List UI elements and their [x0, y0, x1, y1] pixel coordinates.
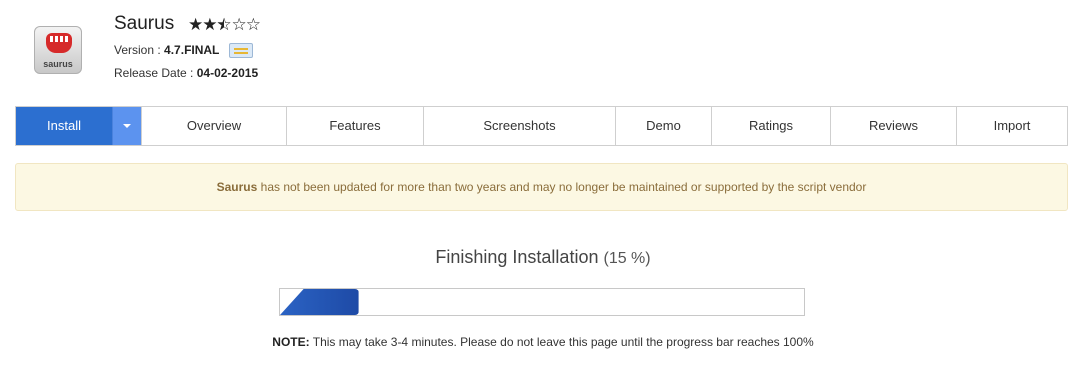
tab-demo[interactable]: Demo: [615, 107, 711, 145]
progress-title: Finishing Installation (15 %): [0, 247, 1086, 268]
progress-note-text: This may take 3-4 minutes. Please do not…: [309, 335, 814, 349]
progress-bar-fill: [280, 289, 359, 315]
star-icon: ★: [188, 15, 203, 34]
tab-bar: Install Overview Features Screenshots De…: [15, 106, 1068, 146]
tab-reviews[interactable]: Reviews: [830, 107, 956, 145]
star-half-icon: ☆★: [216, 15, 232, 34]
app-header: saurus Saurus ★★☆★☆☆ Version : 4.7.FINAL…: [34, 10, 634, 90]
star-icon: ☆: [231, 15, 247, 34]
version-value: 4.7.FINAL: [164, 43, 220, 57]
version-label: Version :: [114, 43, 161, 57]
page: saurus Saurus ★★☆★☆☆ Version : 4.7.FINAL…: [0, 0, 1086, 377]
release-date-value: 04-02-2015: [196, 66, 259, 80]
progress-percent-text: (15 %): [603, 250, 651, 267]
app-title: Saurus: [114, 13, 175, 34]
tab-overview[interactable]: Overview: [141, 107, 286, 145]
tab-features[interactable]: Features: [286, 107, 423, 145]
progress-note-label: NOTE:: [272, 335, 310, 349]
star-icon: ☆: [245, 15, 261, 34]
progress-bar: [279, 288, 805, 316]
progress-title-text: Finishing Installation: [435, 247, 599, 267]
tab-ratings[interactable]: Ratings: [711, 107, 830, 145]
install-dropdown-button[interactable]: [112, 107, 141, 145]
logo-teeth: [50, 36, 68, 42]
tab-import[interactable]: Import: [956, 107, 1067, 145]
warning-text: has not been updated for more than two y…: [257, 180, 867, 194]
release-line: Release Date : 04-02-2015: [114, 66, 258, 80]
progress-note: NOTE: This may take 3-4 minutes. Please …: [0, 335, 1086, 349]
logo-text: saurus: [43, 59, 73, 69]
release-label: Release Date :: [114, 66, 194, 80]
warning-app-name: Saurus: [216, 180, 258, 194]
outdated-warning: Saurus has not been updated for more tha…: [15, 163, 1068, 211]
star-icon: ★: [202, 15, 217, 34]
tab-screenshots[interactable]: Screenshots: [423, 107, 615, 145]
version-line: Version : 4.7.FINAL: [114, 43, 253, 58]
saurus-logo-icon: saurus: [34, 26, 82, 74]
note-icon[interactable]: [228, 43, 253, 58]
chevron-down-icon: [123, 124, 131, 128]
rating-stars: ★★☆★☆☆: [188, 15, 261, 35]
tab-install[interactable]: Install: [16, 107, 112, 145]
